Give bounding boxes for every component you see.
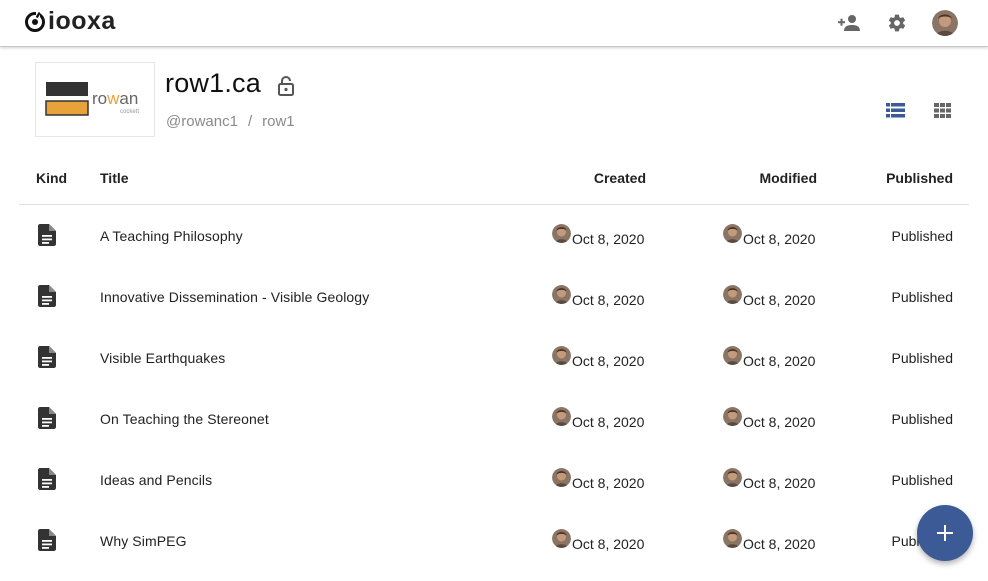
author-avatar xyxy=(552,285,571,304)
created-date: Oct 8, 2020 xyxy=(572,414,645,430)
list-view-button[interactable] xyxy=(885,101,905,119)
modified-date: Oct 8, 2020 xyxy=(743,353,816,369)
lock-open-icon[interactable] xyxy=(277,75,295,97)
kind-cell xyxy=(38,224,58,246)
modified-cell: Oct 8, 2020 xyxy=(723,224,815,247)
header-created[interactable]: Created xyxy=(594,170,646,186)
document-title[interactable]: Innovative Dissemination - Visible Geolo… xyxy=(100,289,369,305)
created-date: Oct 8, 2020 xyxy=(572,231,645,247)
document-title[interactable]: Ideas and Pencils xyxy=(100,472,212,488)
document-title[interactable]: Why SimPEG xyxy=(100,533,187,549)
app-logo[interactable]: iooxa xyxy=(24,8,116,34)
author-avatar xyxy=(552,346,571,365)
document-title[interactable]: A Teaching Philosophy xyxy=(100,228,243,244)
author-avatar xyxy=(552,529,571,548)
modified-cell: Oct 8, 2020 xyxy=(723,407,815,430)
created-date: Oct 8, 2020 xyxy=(572,475,645,491)
created-date: Oct 8, 2020 xyxy=(572,292,645,308)
user-menu-button[interactable] xyxy=(932,10,958,36)
table-row[interactable]: On Teaching the Stereonet Oct 8, 2020 Oct … xyxy=(19,388,969,449)
logo-icon xyxy=(25,11,45,32)
kind-cell xyxy=(38,285,58,307)
document-icon xyxy=(38,285,56,307)
plus-icon xyxy=(937,525,953,541)
created-cell: Oct 8, 2020 xyxy=(552,346,644,369)
library-logo: rowan cockett xyxy=(35,62,155,137)
modified-date: Oct 8, 2020 xyxy=(743,536,816,552)
rowan-logo-image: rowan cockett xyxy=(45,82,139,116)
author-avatar xyxy=(723,346,742,365)
grid-view-button[interactable] xyxy=(932,101,952,119)
modified-cell: Oct 8, 2020 xyxy=(723,468,815,491)
table-row[interactable]: Why SimPEGOct 8, 2020Oct 8, 2020Publishe… xyxy=(19,510,969,571)
document-icon xyxy=(38,346,56,368)
library-slug[interactable]: row1 xyxy=(262,113,295,130)
status-badge: Published xyxy=(891,289,954,305)
modified-date: Oct 8, 2020 xyxy=(743,231,816,247)
header-title[interactable]: Title xyxy=(100,170,129,186)
created-date: Oct 8, 2020 xyxy=(572,353,645,369)
modified-date: Oct 8, 2020 xyxy=(743,414,816,430)
table-header: Kind Title Created Modified Published xyxy=(19,158,969,205)
document-title[interactable]: On Teaching the Stereonet xyxy=(100,411,269,427)
author-avatar xyxy=(552,468,571,487)
gear-icon xyxy=(888,14,906,32)
add-person-button[interactable] xyxy=(836,10,862,36)
kind-cell xyxy=(38,468,58,490)
document-icon xyxy=(38,224,56,246)
svg-text:rowan: rowan xyxy=(92,89,138,108)
add-document-button[interactable] xyxy=(917,505,973,561)
kind-cell xyxy=(38,407,58,429)
user-avatar xyxy=(932,10,958,36)
header-kind[interactable]: Kind xyxy=(36,170,67,186)
grid-view-icon xyxy=(933,102,951,118)
header-modified[interactable]: Modified xyxy=(759,170,817,186)
path-separator: / xyxy=(247,113,253,130)
document-title[interactable]: Visible Earthquakes xyxy=(100,350,225,366)
modified-cell: Oct 8, 2020 xyxy=(723,285,815,308)
author-avatar xyxy=(552,407,571,426)
table-row[interactable]: Innovative Dissemination - Visible Geolo… xyxy=(19,266,969,327)
author-avatar xyxy=(723,224,742,243)
library-path: @rowanc1 / row1 xyxy=(166,113,295,130)
table-row[interactable]: A Teaching Philosophy Oct 8, 2020 Oct 8, 2… xyxy=(19,205,969,266)
list-view-icon xyxy=(885,102,905,117)
modified-cell: Oct 8, 2020 xyxy=(723,529,815,552)
svg-text:cockett: cockett xyxy=(120,109,139,115)
author-avatar xyxy=(723,285,742,304)
document-icon xyxy=(38,407,56,429)
status-badge: Published xyxy=(891,350,954,366)
documents-table: Kind Title Created Modified Published A … xyxy=(19,158,969,571)
created-cell: Oct 8, 2020 xyxy=(552,529,644,552)
app-name: iooxa xyxy=(48,7,116,35)
created-date: Oct 8, 2020 xyxy=(572,536,645,552)
table-row[interactable]: Visible Earthquakes Oct 8, 2020 Oct 8, 202… xyxy=(19,327,969,388)
author-avatar xyxy=(723,529,742,548)
created-cell: Oct 8, 2020 xyxy=(552,468,644,491)
status-badge: Published xyxy=(891,411,954,427)
status-badge: Published xyxy=(891,472,954,488)
created-cell: Oct 8, 2020 xyxy=(552,407,644,430)
author-avatar xyxy=(723,468,742,487)
header-published[interactable]: Published xyxy=(886,170,953,186)
top-bar: iooxa xyxy=(0,0,988,47)
status-badge: Published xyxy=(891,228,954,244)
kind-cell xyxy=(38,346,58,368)
author-avatar xyxy=(552,224,571,243)
author-avatar xyxy=(723,407,742,426)
modified-date: Oct 8, 2020 xyxy=(743,475,816,491)
modified-date: Oct 8, 2020 xyxy=(743,292,816,308)
document-icon xyxy=(38,468,56,490)
created-cell: Oct 8, 2020 xyxy=(552,224,644,247)
modified-cell: Oct 8, 2020 xyxy=(723,346,815,369)
library-title: row1.ca xyxy=(165,68,261,98)
add-person-icon xyxy=(838,15,860,31)
document-icon xyxy=(38,529,56,551)
owner-handle[interactable]: @rowanc1 xyxy=(166,113,238,130)
kind-cell xyxy=(38,529,58,551)
table-row[interactable]: Ideas and Pencils Oct 8, 2020 Oct 8, 2020 P… xyxy=(19,449,969,510)
created-cell: Oct 8, 2020 xyxy=(552,285,644,308)
settings-button[interactable] xyxy=(884,10,910,36)
